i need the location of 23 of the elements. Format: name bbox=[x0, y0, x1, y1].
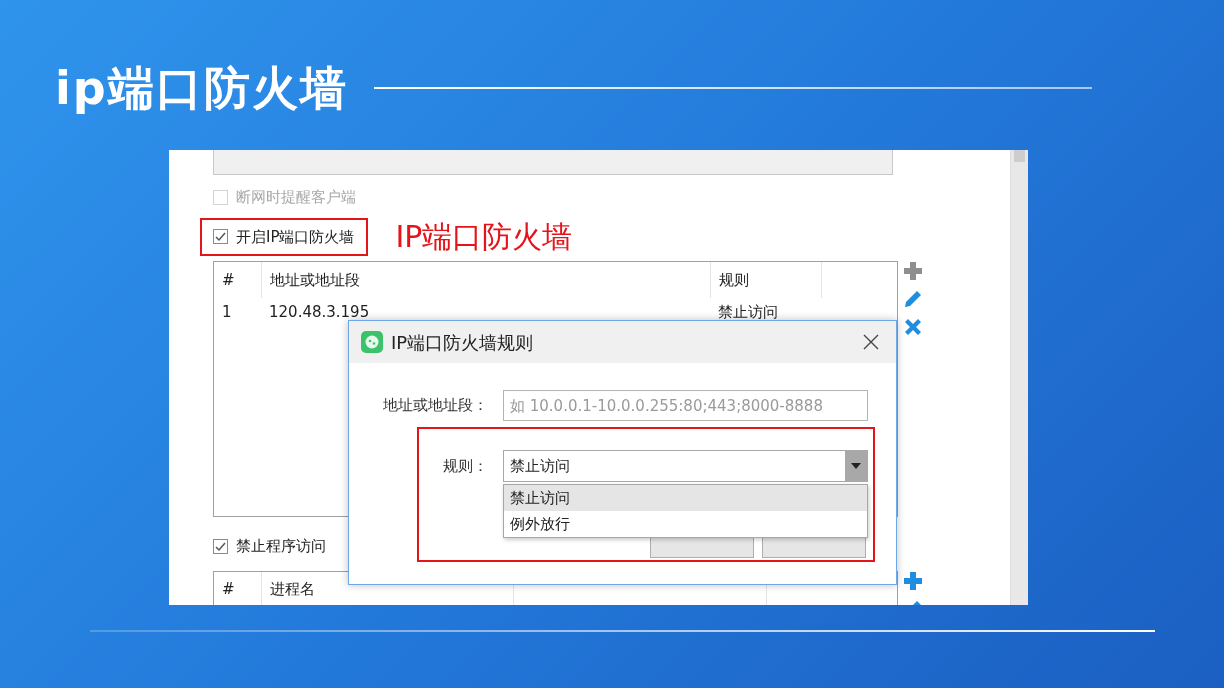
checkbox-label: 禁止程序访问 bbox=[236, 536, 326, 557]
checkbox[interactable] bbox=[213, 538, 228, 554]
checkbox[interactable] bbox=[213, 229, 228, 245]
field-label: 规则： bbox=[442, 455, 488, 477]
table-cell-text: 120.48.3.195 bbox=[268, 301, 371, 323]
dialog-title: IP端口防火墙规则 bbox=[391, 330, 535, 355]
checkbox-label: 开启IP端口防火墙 bbox=[236, 226, 355, 248]
column-header: # bbox=[221, 269, 236, 291]
column-header: 规则 bbox=[710, 262, 821, 298]
address-field[interactable]: 如 10.0.0.1-10.0.0.255:80;443;8000-8888 bbox=[503, 390, 868, 421]
table-cell-text: 禁止访问 bbox=[717, 301, 779, 323]
table-cell-text: 1 bbox=[221, 301, 233, 323]
slide-title: ip端口防火墙 bbox=[55, 60, 348, 117]
annotation-text: IP端口防火墙 bbox=[395, 219, 573, 254]
column-header: # bbox=[221, 579, 236, 601]
dropdown-option[interactable]: 例外放行 bbox=[504, 511, 867, 537]
app-icon bbox=[361, 331, 383, 353]
rule-dropdown[interactable]: 禁止访问 bbox=[503, 450, 868, 482]
scrollbar[interactable] bbox=[1010, 150, 1028, 605]
dropdown-option[interactable]: 禁止访问 bbox=[504, 485, 867, 511]
checkbox-label: 断网时提醒客户端 bbox=[236, 187, 356, 208]
field-label: 地址或地址段： bbox=[382, 395, 488, 417]
column-header: 地址或地址段 bbox=[261, 262, 710, 298]
